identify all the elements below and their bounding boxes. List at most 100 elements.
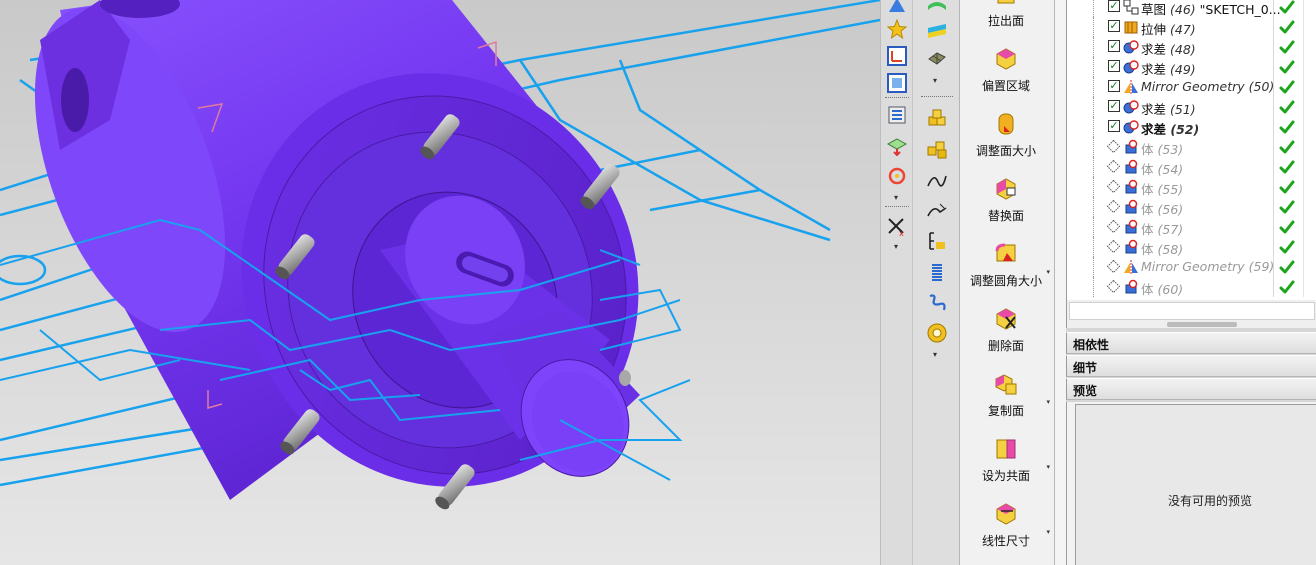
column-separator bbox=[1303, 17, 1304, 37]
cylinder-body[interactable] bbox=[0, 0, 711, 557]
fit-view-icon[interactable] bbox=[884, 70, 910, 96]
graphics-window[interactable] bbox=[0, 0, 880, 565]
navigator-row[interactable]: 体 (55) bbox=[1067, 177, 1316, 197]
panel-divider[interactable] bbox=[1055, 0, 1066, 565]
helix-icon[interactable] bbox=[924, 290, 950, 316]
navigator-row[interactable]: ✓ Mirror Geometry (50) bbox=[1067, 77, 1316, 97]
visibility-diamond-icon[interactable] bbox=[1106, 139, 1121, 154]
visibility-checkbox[interactable]: ✓ bbox=[1108, 20, 1120, 32]
navigator-resize-handle[interactable] bbox=[1167, 322, 1237, 327]
extrude-face-icon bbox=[997, 0, 1015, 4]
visibility-checkbox[interactable]: ✓ bbox=[1108, 80, 1120, 92]
star-highlight-icon[interactable] bbox=[884, 16, 910, 42]
visibility-diamond-icon[interactable] bbox=[1106, 259, 1121, 274]
navigator-row[interactable]: ✓ 求差 (52) bbox=[1067, 117, 1316, 137]
assembly-icon[interactable] bbox=[924, 106, 950, 132]
navigator-row[interactable]: ✓ 求差 (49) bbox=[1067, 57, 1316, 77]
offset-region-button[interactable]: 偏置区域 bbox=[960, 40, 1055, 102]
measure-icon[interactable] bbox=[924, 228, 950, 254]
copy-face-dropdown[interactable]: ▾ bbox=[1046, 398, 1050, 406]
navigator-row[interactable]: 体 (56) bbox=[1067, 197, 1316, 217]
replace-face-label: 替换面 bbox=[987, 209, 1024, 223]
delete-face-button[interactable]: 删除面 bbox=[960, 300, 1055, 362]
linear-dimension-label: 线性尺寸 bbox=[981, 534, 1030, 548]
navigator-row[interactable]: ✓ 求差 (48) bbox=[1067, 37, 1316, 57]
make-coplanar-button[interactable]: 设为共面 ▾ bbox=[960, 430, 1055, 492]
synchronous-modeling-toolbar: 拉出面 偏置区域 调整面大小 替换面 调整圆角大小 ▾ 删除面 复制面 ▾ 设为… bbox=[960, 0, 1055, 565]
linear-dimension-dropdown[interactable]: ▾ bbox=[1046, 528, 1050, 536]
navigator-row[interactable]: ✓ 拉伸 (47) bbox=[1067, 17, 1316, 37]
tree-connector bbox=[1093, 97, 1094, 117]
column-separator bbox=[1273, 197, 1274, 217]
feature-type: 求差 bbox=[1141, 122, 1167, 137]
visibility-diamond-icon[interactable] bbox=[1106, 279, 1121, 294]
body-icon bbox=[1123, 279, 1139, 295]
navigator-row[interactable]: 体 (53) bbox=[1067, 137, 1316, 157]
spring-coil-icon[interactable] bbox=[924, 260, 950, 286]
navigator-row[interactable]: ✓ 草图 (46) "SKETCH_0... bbox=[1067, 0, 1316, 17]
feature-type: 草图 bbox=[1141, 2, 1167, 17]
trim-curve-icon[interactable] bbox=[924, 198, 950, 224]
surface-icon[interactable] bbox=[924, 0, 950, 20]
column-separator bbox=[1303, 117, 1304, 137]
model-canvas[interactable] bbox=[0, 0, 880, 565]
component-icon[interactable] bbox=[924, 136, 950, 162]
visibility-diamond-icon[interactable] bbox=[1106, 159, 1121, 174]
navigator-row[interactable]: 体 (58) bbox=[1067, 237, 1316, 257]
visibility-diamond-icon[interactable] bbox=[1106, 219, 1121, 234]
feature-number: (50) bbox=[1248, 79, 1275, 94]
details-title: 细节 bbox=[1073, 361, 1098, 375]
resize-blend-dropdown[interactable]: ▾ bbox=[1046, 268, 1050, 276]
dependencies-section-header[interactable]: 相依性 bbox=[1066, 332, 1316, 354]
preview-section-header[interactable]: 预览 bbox=[1066, 378, 1316, 400]
feature-type: 体 bbox=[1141, 222, 1154, 237]
toolbar-overflow-arrow-4[interactable]: ▾ bbox=[933, 350, 937, 359]
mesh-surface-icon[interactable] bbox=[924, 45, 950, 71]
visibility-diamond-icon[interactable] bbox=[1106, 239, 1121, 254]
delete-constraint-icon[interactable]: x bbox=[884, 214, 910, 240]
extrude-face-button[interactable]: 拉出面 bbox=[960, 0, 1055, 37]
feature-type: 体 bbox=[1141, 142, 1154, 157]
navigator-row[interactable]: 体 (57) bbox=[1067, 217, 1316, 237]
column-separator bbox=[1273, 117, 1274, 137]
status-check-icon bbox=[1279, 179, 1295, 195]
navigator-scrollbar[interactable] bbox=[1066, 300, 1316, 328]
layer-settings-icon[interactable] bbox=[884, 102, 910, 128]
thread-icon[interactable] bbox=[924, 320, 950, 346]
visibility-diamond-icon[interactable] bbox=[1106, 199, 1121, 214]
visibility-diamond-icon[interactable] bbox=[1106, 179, 1121, 194]
navigator-row[interactable]: 体 (54) bbox=[1067, 157, 1316, 177]
toolbar-overflow-arrow-3[interactable]: ▾ bbox=[933, 76, 937, 85]
wcs-display-icon[interactable] bbox=[884, 43, 910, 69]
visibility-checkbox[interactable]: ✓ bbox=[1108, 120, 1120, 132]
toolbar-overflow-arrow-2[interactable]: ▾ bbox=[894, 242, 898, 251]
resize-blend-button[interactable]: 调整圆角大小 ▾ bbox=[960, 235, 1055, 297]
navigator-row[interactable]: 体 (60) bbox=[1067, 277, 1316, 297]
navigator-row[interactable]: ✓ 求差 (51) bbox=[1067, 97, 1316, 117]
feature-number: (47) bbox=[1170, 22, 1196, 37]
feature-number: (57) bbox=[1157, 222, 1184, 237]
body-icon bbox=[1123, 179, 1139, 195]
curve-icon[interactable] bbox=[924, 168, 950, 194]
details-section-header[interactable]: 细节 bbox=[1066, 355, 1316, 377]
make-coplanar-label: 设为共面 bbox=[981, 469, 1030, 483]
visibility-checkbox[interactable]: ✓ bbox=[1108, 40, 1120, 52]
resize-face-button[interactable]: 调整面大小 bbox=[960, 105, 1055, 167]
make-coplanar-dropdown[interactable]: ▾ bbox=[1046, 463, 1050, 471]
move-to-layer-icon[interactable] bbox=[884, 133, 910, 159]
visibility-checkbox[interactable]: ✓ bbox=[1108, 100, 1120, 112]
navigator-scroll-track[interactable] bbox=[1069, 302, 1315, 320]
linear-dimension-button[interactable]: 线性尺寸 ▾ bbox=[960, 495, 1055, 557]
layered-surface-icon[interactable] bbox=[924, 18, 950, 44]
column-separator bbox=[1303, 197, 1304, 217]
status-check-icon bbox=[1279, 159, 1295, 175]
feature-name: 体 (56) bbox=[1141, 199, 1183, 218]
visibility-checkbox[interactable]: ✓ bbox=[1108, 60, 1120, 72]
feature-name: Mirror Geometry (59) bbox=[1141, 259, 1274, 274]
rotate-view-icon[interactable] bbox=[884, 163, 910, 189]
copy-face-button[interactable]: 复制面 ▾ bbox=[960, 365, 1055, 427]
replace-face-button[interactable]: 替换面 bbox=[960, 170, 1055, 232]
navigator-row[interactable]: Mirror Geometry (59) bbox=[1067, 257, 1316, 277]
visibility-checkbox[interactable]: ✓ bbox=[1108, 0, 1120, 12]
toolbar-overflow-arrow[interactable]: ▾ bbox=[894, 193, 898, 202]
